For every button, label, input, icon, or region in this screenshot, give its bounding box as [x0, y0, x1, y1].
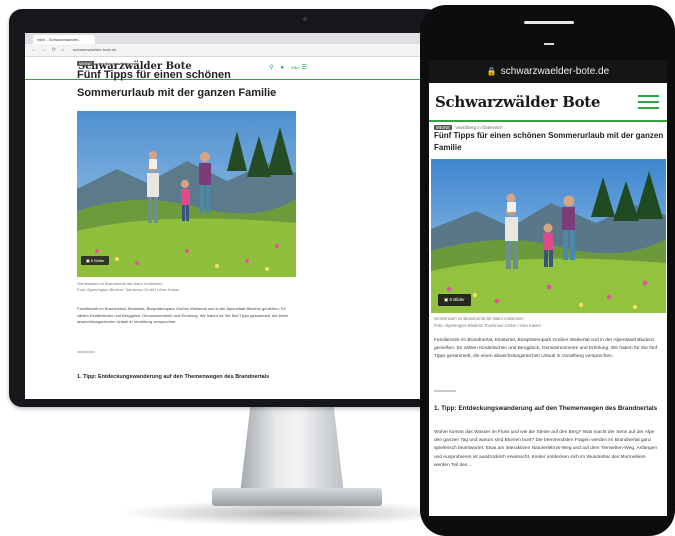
phone-hiking-family-photo [431, 159, 666, 313]
hamburger-menu-icon[interactable] [638, 95, 659, 110]
article-hero-image[interactable]: ▣ 6 Bilder [77, 111, 296, 277]
phone-sensor [544, 43, 554, 45]
phone-gallery-count-label: 6 Bilder [449, 297, 465, 302]
camera-icon: ▣ [444, 297, 449, 302]
hamburger-menu-icon[interactable]: ☰ [301, 65, 306, 71]
gallery-count-badge[interactable]: ▣ 6 Bilder [81, 256, 110, 265]
webcam [303, 17, 307, 21]
phone-site-logo[interactable]: Schwarzwälder Bote [435, 93, 600, 111]
lock-icon: 🔒 [486, 67, 497, 76]
caption-line-2: Foto: Alpenregion Bludenz Tourismus GmbH… [77, 287, 180, 292]
section-heading: 1. Tipp: Entdeckungswanderung auf den Th… [77, 374, 270, 380]
image-caption: Gemeinsam im Brandnertal die Natur entde… [77, 281, 179, 293]
browser-tabbar: ratur - Schwarzwaelder... [25, 33, 425, 44]
browser-nav-icons[interactable]: ← → ⟳ ⌂ [31, 47, 66, 53]
camera-icon: ▣ [86, 258, 90, 263]
article-title: Fünf Tipps für einen schönen Sommerurlau… [77, 69, 277, 99]
gallery-count-label: 6 Bilder [90, 258, 105, 263]
phone-article-lead: Familienzeit im Brandnertal, Klostertal,… [434, 338, 658, 359]
phone-site-header: Schwarzwälder Bote [429, 83, 667, 122]
desktop-screen: ratur - Schwarzwaelder... ← → ⟳ ⌂ schwar… [25, 33, 425, 399]
smartphone: 🔒 schwarzwaelder-bote.de Schwarzwälder Bo… [420, 5, 675, 536]
phone-screen: 🔒 schwarzwaelder-bote.de Schwarzwälder Bo… [429, 60, 667, 516]
monitor-stand-base [212, 488, 382, 506]
phone-hero-image[interactable]: ▣ 6 Bilder [431, 159, 666, 313]
divider [77, 351, 95, 353]
phone-speaker [524, 21, 574, 24]
phone-section-body: Woher kommt das Wasser im Fluss und wie … [434, 430, 657, 468]
hiking-family-photo [77, 111, 296, 277]
desktop-monitor: ratur - Schwarzwaelder... ← → ⟳ ⌂ schwar… [9, 9, 440, 407]
phone-url[interactable]: schwarzwaelder-bote.de [501, 66, 609, 77]
phone-article-title: Fünf Tipps für einen schönen Sommerurlau… [434, 131, 664, 152]
browser-address-bar[interactable]: ← → ⟳ ⌂ schwarzwaelder-bote.de [25, 44, 425, 57]
phone-divider [434, 390, 456, 392]
phone-image-caption: Gemeinsam im Brandnertal die Natur entde… [434, 316, 541, 329]
phone-gallery-count-badge[interactable]: ▣ 6 Bilder [438, 294, 471, 306]
phone-caption-line-2: Foto: Alpenregion Bludenz Tourismus GmbH… [434, 322, 541, 328]
browser-tab[interactable]: ratur - Schwarzwaelder... [33, 35, 95, 44]
phone-section-heading: 1. Tipp: Entdeckungswanderung auf den Th… [434, 405, 658, 412]
monitor-stand-neck [240, 407, 344, 492]
article-lead: Familienzeit im Brandnertal, Klostertal,… [77, 306, 289, 324]
phone-address-bar[interactable]: 🔒 schwarzwaelder-bote.de [429, 60, 667, 83]
browser-url[interactable]: schwarzwaelder-bote.de [73, 47, 116, 53]
